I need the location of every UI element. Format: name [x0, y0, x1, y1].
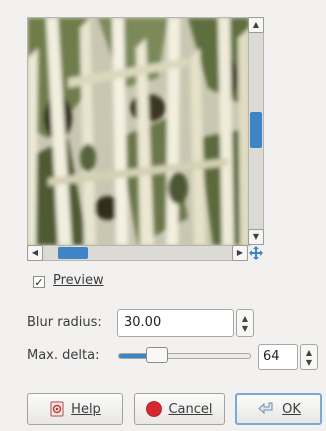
max-delta-stepper[interactable]: ▲ ▼	[300, 344, 318, 370]
chevron-down-icon: ▼	[252, 232, 260, 241]
max-delta-input[interactable]: 64	[258, 344, 298, 370]
horizontal-scroll-thumb[interactable]	[58, 247, 88, 259]
ok-button-label: OK	[282, 401, 301, 417]
help-button-label: Help	[71, 401, 101, 417]
chevron-down-icon[interactable]: ▼	[301, 359, 317, 367]
blur-radius-label-text: Blur radius:	[27, 315, 102, 330]
blur-radius-input[interactable]: 30.00	[117, 309, 234, 337]
chevron-left-icon: ◀	[31, 248, 39, 257]
chevron-right-icon: ▶	[236, 248, 244, 257]
chevron-up-icon: ▲	[252, 20, 260, 29]
scroll-right-button[interactable]: ▶	[232, 245, 248, 261]
blur-radius-label: Blur radius:	[27, 315, 102, 330]
preview-image[interactable]	[27, 17, 250, 246]
max-delta-slider-handle[interactable]	[146, 347, 168, 363]
help-button[interactable]: Help	[27, 393, 123, 425]
help-book-icon	[50, 401, 64, 417]
preview-label-text: Preview	[53, 273, 104, 288]
cancel-button[interactable]: Cancel	[134, 393, 225, 425]
preview-label[interactable]: Preview	[53, 273, 104, 288]
vertical-scroll-thumb[interactable]	[250, 112, 262, 148]
scroll-down-button[interactable]: ▼	[248, 229, 264, 245]
scroll-up-button[interactable]: ▲	[248, 17, 264, 33]
preview-photo	[28, 18, 249, 245]
navigate-cross-icon[interactable]	[248, 245, 264, 261]
chevron-up-icon[interactable]: ▲	[301, 349, 317, 357]
blur-radius-stepper[interactable]: ▲ ▼	[236, 309, 254, 337]
check-mark-icon: ✓	[34, 275, 44, 289]
preview-checkbox[interactable]: ✓	[33, 276, 45, 288]
stop-icon	[146, 401, 163, 417]
ok-button[interactable]: OK	[235, 393, 322, 425]
max-delta-label: Max. delta:	[27, 348, 99, 363]
cancel-button-label: Cancel	[168, 401, 213, 417]
max-delta-label-text: Max. delta:	[27, 348, 100, 363]
chevron-up-icon[interactable]: ▲	[237, 315, 253, 323]
scroll-left-button[interactable]: ◀	[27, 245, 43, 261]
chevron-down-icon[interactable]: ▼	[237, 325, 253, 333]
return-arrow-icon	[258, 402, 273, 415]
